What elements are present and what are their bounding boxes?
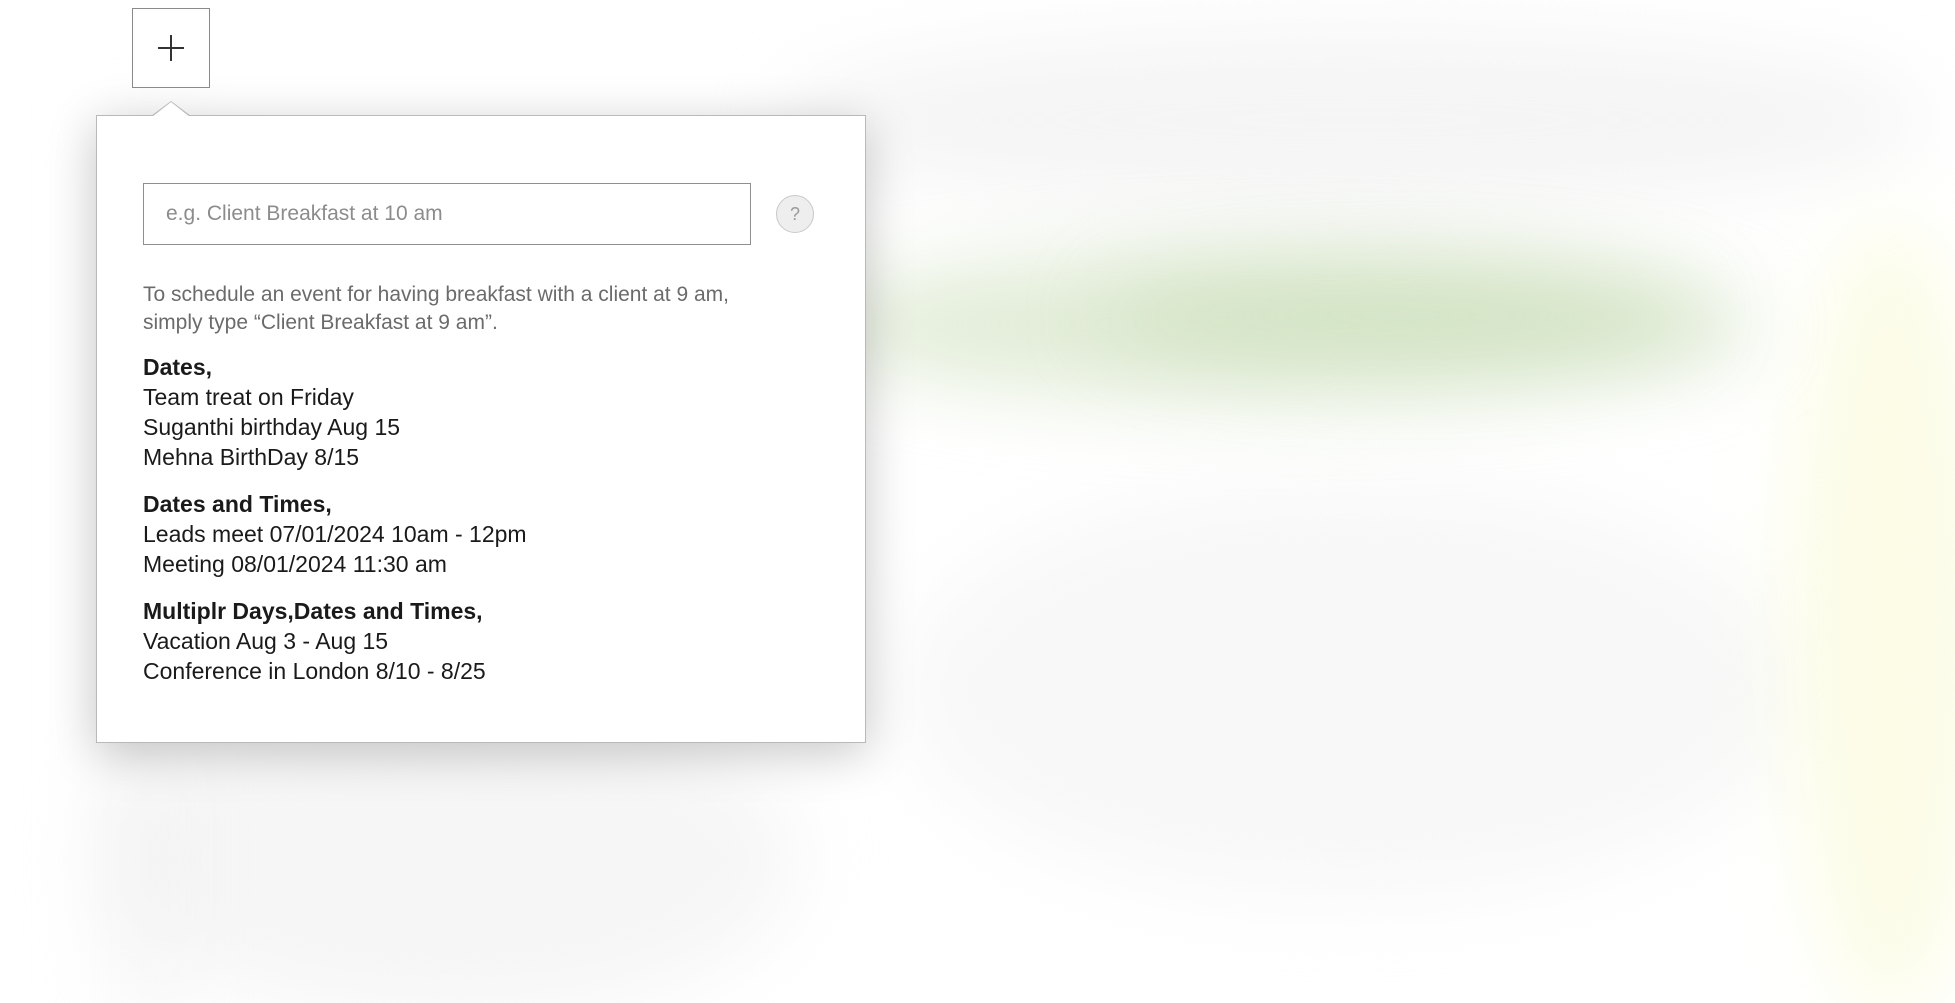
example-group: Dates, Team treat on Friday Suganthi birth… bbox=[143, 352, 823, 472]
example-line: Meeting 08/01/2024 11:30 am bbox=[143, 551, 447, 577]
example-line: Mehna BirthDay 8/15 bbox=[143, 444, 360, 470]
background-blur bbox=[1100, 270, 1700, 360]
help-button[interactable]: ? bbox=[776, 195, 814, 233]
example-line: Vacation Aug 3 - Aug 15 bbox=[143, 628, 389, 654]
event-text-input[interactable] bbox=[143, 183, 751, 245]
popover-arrow bbox=[151, 101, 191, 117]
plus-icon bbox=[158, 35, 184, 61]
quick-add-popover: ? To schedule an event for having breakf… bbox=[96, 101, 866, 743]
help-icon: ? bbox=[789, 203, 800, 224]
example-heading: Dates, bbox=[143, 354, 213, 380]
background-blur bbox=[100, 700, 800, 1003]
example-group: Dates and Times, Leads meet 07/01/2024 10… bbox=[143, 489, 823, 579]
background-blur bbox=[1790, 220, 1955, 1003]
example-line: Leads meet 07/01/2024 10am - 12pm bbox=[143, 521, 527, 547]
hint-text: To schedule an event for having breakfas… bbox=[143, 283, 730, 334]
example-heading: Dates and Times, bbox=[143, 491, 332, 517]
background-blur bbox=[900, 480, 1800, 900]
example-line: Conference in London 8/10 - 8/25 bbox=[143, 658, 486, 684]
example-group: Multiplr Days,Dates and Times, Vacation A… bbox=[143, 596, 823, 686]
example-line: Team treat on Friday bbox=[143, 384, 354, 410]
add-event-button[interactable] bbox=[132, 8, 210, 88]
examples-list: Dates, Team treat on Friday Suganthi birth… bbox=[143, 352, 823, 703]
background-blur bbox=[780, 30, 1930, 210]
example-heading: Multiplr Days,Dates and Times, bbox=[143, 598, 483, 624]
example-line: Suganthi birthday Aug 15 bbox=[143, 414, 401, 440]
